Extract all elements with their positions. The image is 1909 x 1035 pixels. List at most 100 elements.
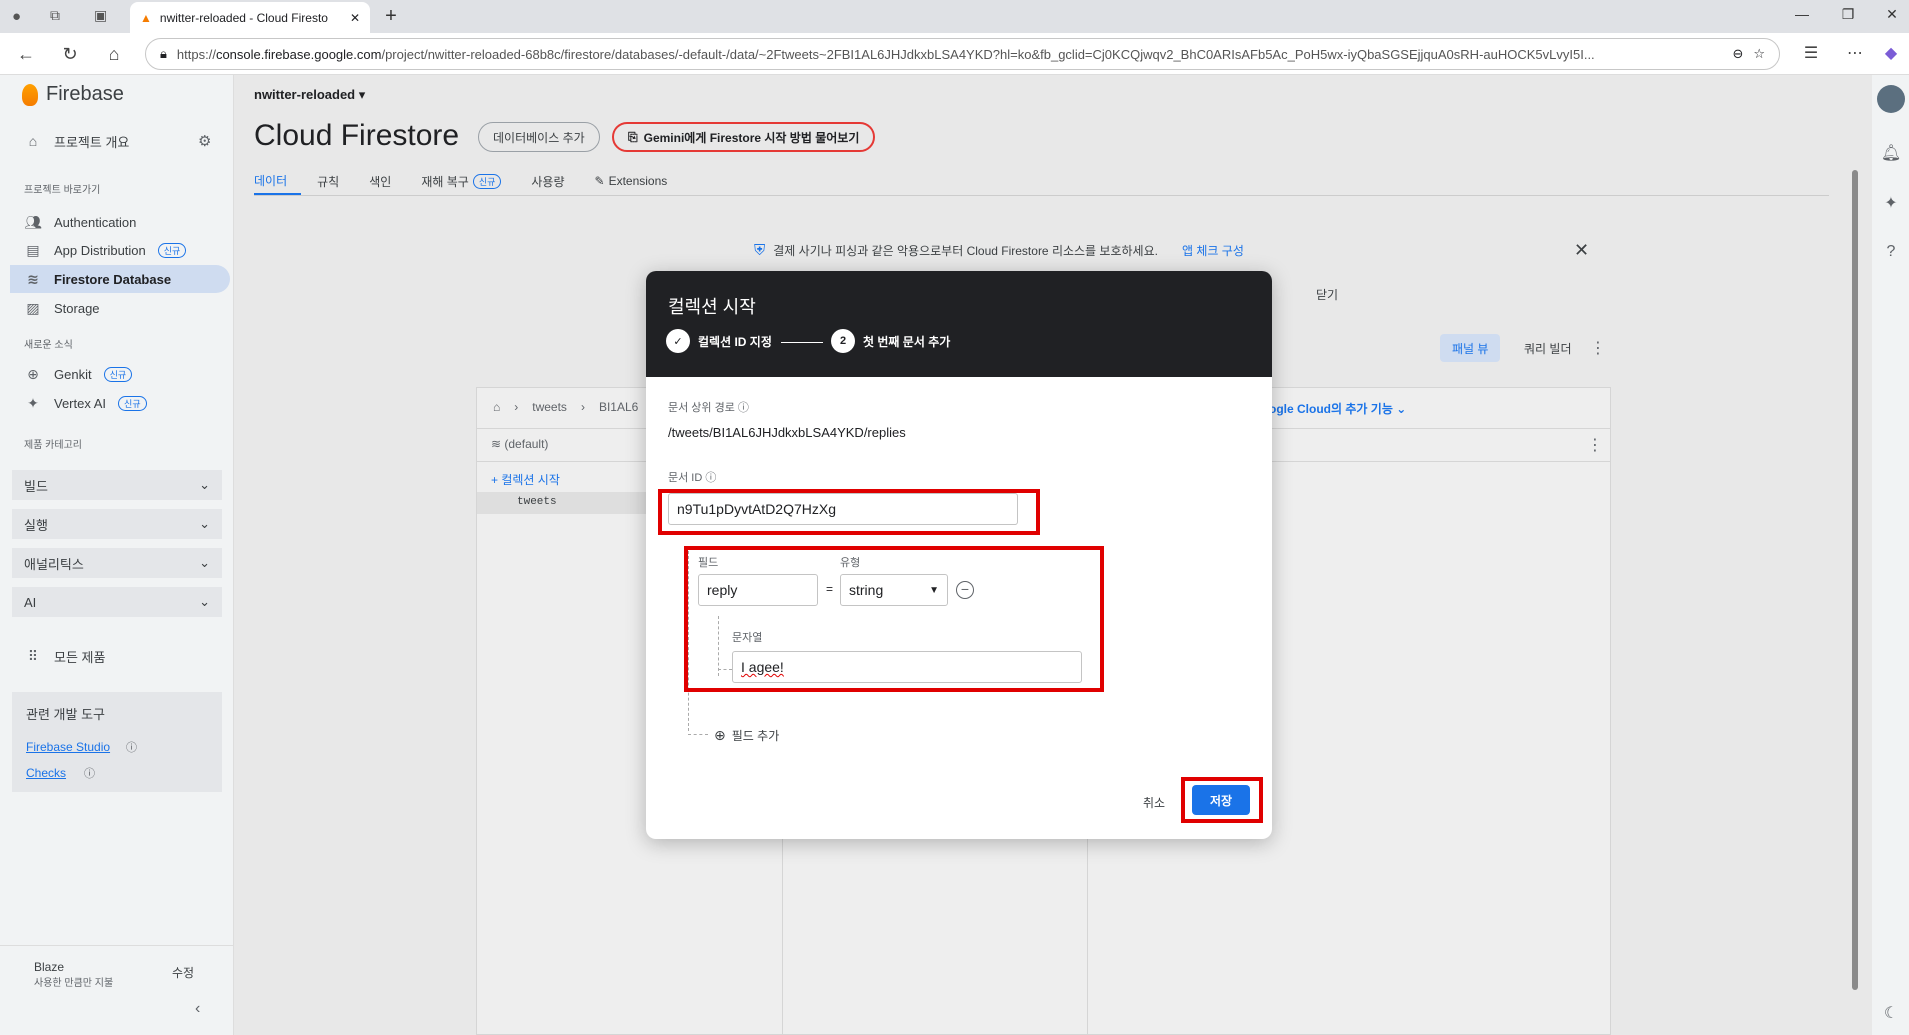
dismiss-button[interactable]: 닫기 bbox=[1316, 286, 1338, 303]
restore-icon[interactable]: ❐ bbox=[1836, 6, 1860, 26]
start-collection-link[interactable]: + 컬렉션 시작 bbox=[491, 471, 560, 488]
sidebar-item-genkit[interactable]: ⊕ Genkit 신규 bbox=[10, 360, 230, 388]
favorites-icon[interactable]: ☰ bbox=[1800, 43, 1822, 65]
home-icon[interactable]: ⌂ bbox=[493, 400, 500, 414]
highlight-save bbox=[1181, 777, 1263, 823]
scrollbar[interactable] bbox=[1852, 170, 1858, 990]
back-icon[interactable]: ← bbox=[14, 42, 38, 66]
favorite-star-icon[interactable]: ☆ bbox=[1753, 46, 1765, 62]
firebase-logo[interactable]: Firebase bbox=[22, 83, 124, 106]
chevron-down-icon: ⌄ bbox=[199, 555, 210, 570]
group-run[interactable]: 실행 ⌄ bbox=[12, 509, 222, 539]
close-icon[interactable]: ✕ bbox=[1574, 240, 1589, 261]
avatar[interactable] bbox=[1877, 85, 1905, 113]
help-icon[interactable]: ⓘ bbox=[84, 765, 95, 781]
settings-gear-icon[interactable]: ⚙ bbox=[198, 132, 211, 150]
tab-actions-icon[interactable]: ▣ bbox=[94, 7, 107, 24]
app-distribution-icon: ▤ bbox=[26, 241, 40, 258]
more-vert-icon[interactable]: ⋮ bbox=[1587, 435, 1603, 455]
tab-rules[interactable]: 규칙 bbox=[317, 167, 353, 195]
sidebar-item-label: 모든 제품 bbox=[54, 649, 106, 665]
close-tab-icon[interactable]: ✕ bbox=[350, 11, 360, 25]
gemini-ask-button[interactable]: ⎘ Gemini에게 Firestore 시작 방법 물어보기 bbox=[612, 122, 876, 152]
sidebar-item-app-distribution[interactable]: ▤ App Distribution 신규 bbox=[10, 236, 230, 264]
firestore-icon: ≋ bbox=[27, 270, 39, 287]
crumb-document[interactable]: BI1AL6 bbox=[599, 400, 638, 414]
sidebar-item-firestore[interactable]: ≋ Firestore Database bbox=[10, 265, 230, 293]
tab-divider bbox=[254, 195, 1829, 196]
sparkle-icon[interactable]: ✦ bbox=[1880, 193, 1902, 213]
tab-data[interactable]: 데이터 bbox=[254, 167, 302, 195]
dialog-header: 컬렉션 시작 ✓ 컬렉션 ID 지정 2 첫 번째 문서 추가 bbox=[646, 271, 1272, 377]
close-window-icon[interactable]: ✕ bbox=[1880, 6, 1904, 26]
zoom-icon[interactable]: ⊖ bbox=[1732, 46, 1743, 62]
tab-usage[interactable]: 사용량 bbox=[531, 167, 578, 195]
sidebar-item-authentication[interactable]: 👥︎ Authentication bbox=[10, 208, 230, 236]
new-badge: 신규 bbox=[103, 366, 133, 382]
sidebar-item-overview[interactable]: ⌂ 프로젝트 개요 bbox=[10, 127, 230, 155]
project-selector[interactable]: nwitter-reloaded ▾ bbox=[254, 87, 365, 103]
sidebar: Firebase ⌂ 프로젝트 개요 ⚙ 프로젝트 바로가기 👥︎ Authen… bbox=[0, 75, 234, 1035]
tab-disaster-recovery[interactable]: 재해 복구 신규 bbox=[421, 167, 515, 195]
brand-name: Firebase bbox=[46, 83, 124, 105]
check-icon: ✓ bbox=[666, 329, 690, 353]
breadcrumb: ⌂ › tweets › BI1AL6 bbox=[493, 400, 638, 414]
sidebar-item-label: Vertex AI bbox=[54, 395, 107, 411]
add-database-button[interactable]: 데이터베이스 추가 bbox=[478, 122, 600, 152]
chevron-right-icon: › bbox=[514, 400, 519, 414]
profile-icon[interactable]: ● bbox=[12, 8, 21, 25]
new-tab-icon[interactable]: + bbox=[380, 6, 402, 28]
browser-titlebar: ● ⧉ ▣ ▲ nwitter-reloaded - Cloud Firesto… bbox=[0, 0, 1909, 33]
home-icon[interactable]: ⌂ bbox=[102, 42, 126, 66]
minimize-icon[interactable]: — bbox=[1790, 6, 1814, 26]
panel-view-toggle[interactable]: 패널 뷰 bbox=[1440, 334, 1501, 362]
tab-extensions[interactable]: ✎ Extensions bbox=[595, 167, 682, 195]
reload-icon[interactable]: ↻ bbox=[58, 42, 82, 66]
sidebar-item-all-products[interactable]: ⠿ 모든 제품 bbox=[10, 642, 230, 670]
people-icon: 👥︎ bbox=[24, 213, 42, 230]
tab-indexes[interactable]: 색인 bbox=[369, 167, 405, 195]
app-check-link[interactable]: 앱 체크 구성 bbox=[1182, 242, 1244, 259]
firestore-tabs: 데이터 규칙 색인 재해 복구 신규 사용량 ✎ Extensions bbox=[254, 167, 697, 197]
lock-icon: 🔒︎ bbox=[160, 46, 167, 61]
more-vert-icon[interactable]: ⋮ bbox=[1590, 338, 1606, 358]
parent-path-label: 문서 상위 경로 ⓘ bbox=[668, 402, 749, 414]
cancel-button[interactable]: 취소 bbox=[1143, 794, 1165, 811]
step-1: ✓ 컬렉션 ID 지정 bbox=[666, 329, 772, 353]
chevron-right-icon: › bbox=[580, 400, 585, 414]
highlight-field bbox=[684, 546, 1104, 692]
help-icon[interactable]: ? bbox=[1880, 243, 1902, 261]
new-badge: 신규 bbox=[472, 173, 502, 189]
workspaces-icon[interactable]: ⧉ bbox=[50, 7, 60, 24]
group-label: 애널리틱스 bbox=[24, 556, 84, 572]
dark-mode-icon[interactable]: ☾ bbox=[1880, 1003, 1902, 1023]
plan-edit-button[interactable]: 수정 bbox=[172, 964, 194, 981]
notifications-icon[interactable]: 🔔︎ bbox=[1880, 143, 1902, 163]
dialog-title: 컬렉션 시작 bbox=[668, 297, 756, 317]
browser-tab[interactable]: ▲ nwitter-reloaded - Cloud Firesto ✕ bbox=[130, 2, 370, 33]
copilot-icon[interactable]: ◆ bbox=[1880, 43, 1902, 65]
collapse-sidebar-icon[interactable]: ‹ bbox=[195, 1000, 200, 1018]
new-badge: 신규 bbox=[157, 242, 187, 258]
browser-toolbar: ← ↻ ⌂ 🔒︎ https://console.firebase.google… bbox=[0, 33, 1909, 75]
sidebar-item-storage[interactable]: ▨ Storage bbox=[10, 294, 230, 322]
grid-icon: ⠿ bbox=[27, 647, 39, 664]
crumb-collection[interactable]: tweets bbox=[532, 400, 567, 414]
address-bar[interactable]: 🔒︎ https://console.firebase.google.com/p… bbox=[145, 38, 1780, 70]
database-name: ≋ (default) bbox=[491, 437, 549, 451]
more-menu-icon[interactable]: ⋯ bbox=[1844, 43, 1866, 65]
group-build[interactable]: 빌드 ⌄ bbox=[12, 470, 222, 500]
checks-link[interactable]: Checks bbox=[26, 766, 66, 780]
sidebar-item-vertex-ai[interactable]: ✦ Vertex AI 신규 bbox=[10, 389, 230, 417]
query-builder-toggle[interactable]: 쿼리 빌더 bbox=[1512, 334, 1584, 362]
group-ai[interactable]: AI ⌄ bbox=[12, 587, 222, 617]
parent-path: /tweets/BI1AL6JHJdkxbLSA4YKD/replies bbox=[668, 425, 906, 440]
chevron-down-icon: ⌄ bbox=[199, 516, 210, 531]
shortcuts-caption: 프로젝트 바로가기 bbox=[24, 185, 101, 196]
start-collection-dialog: 컬렉션 시작 ✓ 컬렉션 ID 지정 2 첫 번째 문서 추가 문서 상위 경로… bbox=[646, 271, 1272, 839]
firebase-studio-link[interactable]: Firebase Studio bbox=[26, 740, 110, 754]
help-icon[interactable]: ⓘ bbox=[126, 739, 137, 755]
group-label: 실행 bbox=[24, 517, 48, 533]
group-analytics[interactable]: 애널리틱스 ⌄ bbox=[12, 548, 222, 578]
add-field-button[interactable]: ⊕ 필드 추가 bbox=[714, 727, 779, 744]
